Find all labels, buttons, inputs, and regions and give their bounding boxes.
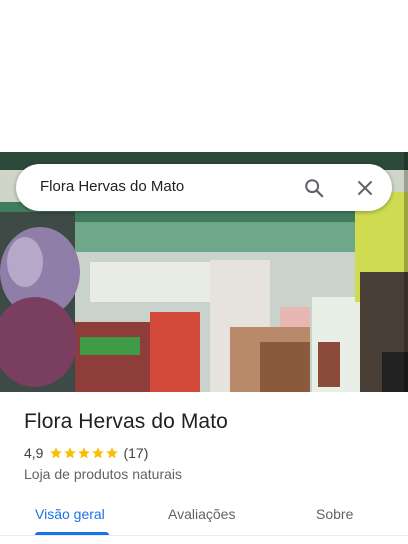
search-icon [305, 179, 324, 198]
close-button[interactable] [352, 175, 378, 201]
star-icon [50, 447, 63, 459]
rating-stars [49, 446, 119, 460]
search-input[interactable]: Flora Hervas do Mato [40, 178, 184, 195]
tab-about[interactable]: Sobre [316, 506, 353, 522]
review-count[interactable]: (17) [123, 445, 148, 461]
rating-row[interactable]: 4,9 (17) [24, 444, 148, 462]
rating-value: 4,9 [24, 445, 44, 461]
tab-overview[interactable]: Visão geral [35, 506, 105, 522]
tab-reviews[interactable]: Avaliações [168, 506, 235, 522]
search-bar[interactable]: Flora Hervas do Mato [16, 164, 392, 211]
star-icon [64, 447, 77, 459]
place-category[interactable]: Loja de produtos naturais [24, 466, 182, 482]
star-icon [92, 447, 105, 459]
star-icon [106, 447, 119, 459]
star-icon [78, 447, 91, 459]
close-icon [358, 181, 372, 195]
tabs-divider [0, 535, 408, 536]
place-tabs: Visão geral Avaliações Sobre [0, 498, 408, 544]
search-button[interactable] [301, 175, 327, 201]
place-name: Flora Hervas do Mato [24, 410, 228, 433]
photo-scrollbar[interactable] [404, 152, 408, 392]
